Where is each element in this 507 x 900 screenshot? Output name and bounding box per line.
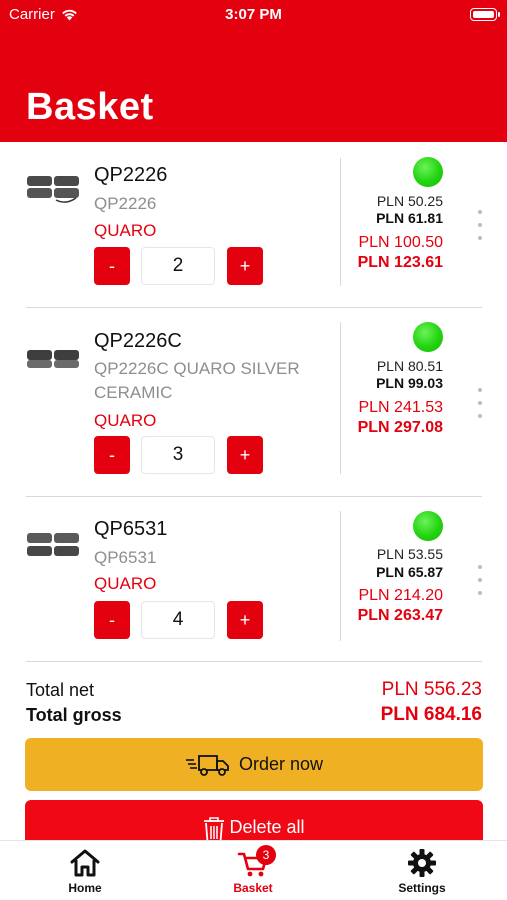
unit-gross-price: PLN 99.03 bbox=[376, 375, 443, 391]
availability-indicator bbox=[413, 322, 443, 352]
item-description: QP2226 bbox=[94, 194, 157, 213]
unit-gross-price: PLN 61.81 bbox=[376, 210, 443, 226]
unit-gross-price: PLN 65.87 bbox=[376, 564, 443, 580]
increase-quantity-button[interactable]: + bbox=[227, 247, 263, 285]
decrease-quantity-button[interactable]: - bbox=[94, 247, 130, 285]
unit-net-price: PLN 53.55 bbox=[376, 546, 443, 562]
total-gross-price: PLN 263.47 bbox=[357, 607, 443, 624]
status-bar: Carrier 3:07 PM bbox=[0, 0, 507, 30]
basket-item: QP2226C QP2226C QUARO SILVER CERAMIC QUA… bbox=[0, 308, 507, 496]
header: Carrier 3:07 PM Basket bbox=[0, 0, 507, 142]
item-description: QP6531 bbox=[94, 548, 157, 567]
battery-icon bbox=[470, 8, 500, 21]
order-now-button[interactable]: Order now bbox=[25, 738, 483, 791]
item-description: QP2226C QUARO SILVER CERAMIC bbox=[94, 359, 300, 402]
basket-item: QP2226 QP2226 QUARO - 2 + PLN 50.25 PLN … bbox=[0, 142, 507, 307]
total-gross-price: PLN 297.08 bbox=[357, 419, 443, 436]
item-brand: QUARO bbox=[94, 411, 157, 430]
tab-settings[interactable]: Settings bbox=[362, 847, 482, 895]
more-options-icon[interactable] bbox=[476, 210, 484, 240]
item-name: QP6531 bbox=[94, 518, 168, 540]
decrease-quantity-button[interactable]: - bbox=[94, 601, 130, 639]
total-gross-value: PLN 684.16 bbox=[380, 704, 482, 725]
availability-indicator bbox=[413, 157, 443, 187]
tab-bar: Home 3 Basket Settings bbox=[0, 840, 507, 900]
item-brand: QUARO bbox=[94, 574, 157, 593]
basket-count-badge: 3 bbox=[256, 845, 276, 865]
home-icon bbox=[70, 849, 100, 877]
item-name: QP2226 bbox=[94, 164, 168, 186]
order-now-label: Order now bbox=[238, 754, 324, 774]
tab-settings-label: Settings bbox=[398, 881, 446, 895]
total-gross-price: PLN 123.61 bbox=[357, 254, 443, 271]
decrease-quantity-button[interactable]: - bbox=[94, 436, 130, 474]
total-net-price: PLN 214.20 bbox=[358, 587, 443, 604]
total-gross-label: Total gross bbox=[26, 705, 122, 725]
more-options-icon[interactable] bbox=[476, 565, 484, 595]
brake-pads-thumbnail bbox=[27, 176, 79, 203]
brake-pads-thumbnail bbox=[27, 533, 79, 556]
gear-icon bbox=[408, 849, 436, 877]
status-time: 3:07 PM bbox=[225, 6, 282, 23]
total-net-price: PLN 100.50 bbox=[358, 234, 443, 251]
page-title: Basket bbox=[26, 86, 154, 128]
more-options-icon[interactable] bbox=[476, 388, 484, 418]
increase-quantity-button[interactable]: + bbox=[227, 601, 263, 639]
tab-home-label: Home bbox=[68, 881, 102, 895]
unit-net-price: PLN 80.51 bbox=[376, 358, 443, 374]
brake-pads-thumbnail bbox=[27, 350, 79, 368]
total-net-label: Total net bbox=[26, 680, 95, 700]
increase-quantity-button[interactable]: + bbox=[227, 436, 263, 474]
tab-basket-label: Basket bbox=[233, 881, 273, 895]
item-separator bbox=[26, 661, 482, 662]
item-name: QP2226C bbox=[94, 330, 182, 352]
total-net-value: PLN 556.23 bbox=[381, 679, 482, 700]
total-net-price: PLN 241.53 bbox=[358, 399, 443, 416]
unit-net-price: PLN 50.25 bbox=[376, 193, 443, 209]
delivery-truck-icon bbox=[185, 754, 229, 776]
quantity-field[interactable]: 2 bbox=[141, 247, 215, 285]
item-brand: QUARO bbox=[94, 221, 157, 240]
divider bbox=[340, 158, 341, 286]
availability-indicator bbox=[413, 511, 443, 541]
divider bbox=[340, 511, 341, 641]
delete-all-label: Delete all bbox=[229, 817, 305, 837]
quantity-field[interactable]: 3 bbox=[141, 436, 215, 474]
tab-home[interactable]: Home bbox=[25, 847, 145, 895]
tab-basket[interactable]: 3 Basket bbox=[193, 845, 313, 895]
quantity-field[interactable]: 4 bbox=[141, 601, 215, 639]
divider bbox=[340, 322, 341, 474]
basket-item: QP6531 QP6531 QUARO - 4 + PLN 53.55 PLN … bbox=[0, 497, 507, 661]
